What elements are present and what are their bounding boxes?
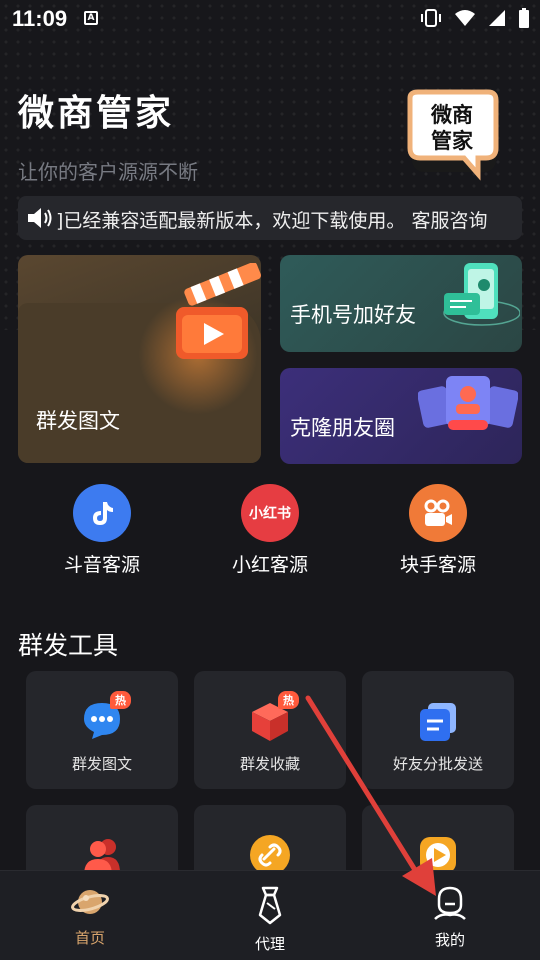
battery-icon	[519, 8, 529, 28]
speaker-icon	[28, 208, 52, 228]
tool-label: 群发收藏	[239, 755, 300, 773]
app-title: 微商管家	[18, 93, 175, 134]
card-big-label: 群发图文	[36, 409, 120, 433]
source-xiaohong-label: 小红客源	[231, 554, 308, 576]
notification-a-icon: A	[84, 11, 98, 25]
card-clone-moments[interactable]: 克隆朋友圈	[280, 368, 522, 464]
status-bar: 11:09 A	[0, 0, 540, 36]
source-kuaishou-label: 块手客源	[399, 554, 476, 576]
hot-badge: 热	[110, 691, 131, 709]
tool-group-send-favorites[interactable]: 热 群发收藏	[194, 671, 346, 789]
card-phone-add-friend[interactable]: 手机号加好友	[280, 255, 522, 352]
tab-home[interactable]: 首页	[40, 885, 140, 948]
person-icon	[434, 886, 466, 920]
stacked-cards-icon	[420, 703, 456, 741]
tool-group-send-image-text[interactable]: 热 群发图文	[26, 671, 178, 789]
card-group-send-image-text[interactable]: 群发图文	[18, 255, 261, 463]
card-clone-label: 克隆朋友圈	[290, 416, 395, 440]
source-row: 斗音客源 小红书 小红客源 块手客源	[0, 484, 540, 584]
logo-line1: 微商	[430, 103, 473, 127]
profile-cards-icon	[418, 376, 518, 430]
notice-text: ]已经兼容适配最新版本，欢迎下载使用。 客服咨询	[56, 210, 488, 232]
card-phone-label: 手机号加好友	[290, 303, 416, 327]
kuaishou-icon	[409, 484, 467, 542]
status-time: 11:09	[12, 6, 68, 31]
source-kuaishou[interactable]: 块手客源	[363, 484, 513, 577]
tool-label: 好友分批发送	[392, 755, 483, 773]
tab-home-label: 首页	[74, 929, 105, 947]
notice-bar[interactable]: ]已经兼容适配最新版本，欢迎下载使用。 客服咨询	[18, 196, 522, 240]
bottom-tab-bar: 首页 代理 我的	[0, 870, 540, 960]
tool-batch-send-friends[interactable]: 好友分批发送	[362, 671, 514, 789]
tie-icon	[258, 886, 282, 925]
xiaohongshu-icon: 小红书	[241, 484, 299, 542]
tab-mine[interactable]: 我的	[400, 885, 500, 950]
wifi-icon	[455, 10, 475, 26]
planet-icon	[71, 890, 109, 914]
source-douyin[interactable]: 斗音客源	[27, 484, 177, 577]
douyin-icon	[73, 484, 131, 542]
source-douyin-label: 斗音客源	[63, 554, 140, 576]
phone-chat-icon	[443, 263, 520, 326]
xiaohongshu-icon-text: 小红书	[249, 506, 291, 522]
tab-agent[interactable]: 代理	[220, 885, 320, 954]
logo-line2: 管家	[431, 129, 474, 153]
tool-label: 群发图文	[71, 755, 132, 773]
app-subtitle: 让你的客户源源不断	[18, 160, 198, 184]
status-icons	[420, 8, 530, 28]
vibrate-icon	[421, 9, 441, 27]
clapperboard-icon	[176, 263, 261, 359]
tab-agent-label: 代理	[254, 935, 285, 953]
tab-mine-label: 我的	[434, 931, 465, 949]
app-logo: 微商 管家	[407, 89, 499, 181]
section-title: 群发工具	[18, 631, 119, 660]
source-xiaohong[interactable]: 小红书 小红客源	[195, 484, 345, 577]
signal-icon	[489, 10, 505, 26]
hot-badge: 热	[278, 691, 299, 709]
